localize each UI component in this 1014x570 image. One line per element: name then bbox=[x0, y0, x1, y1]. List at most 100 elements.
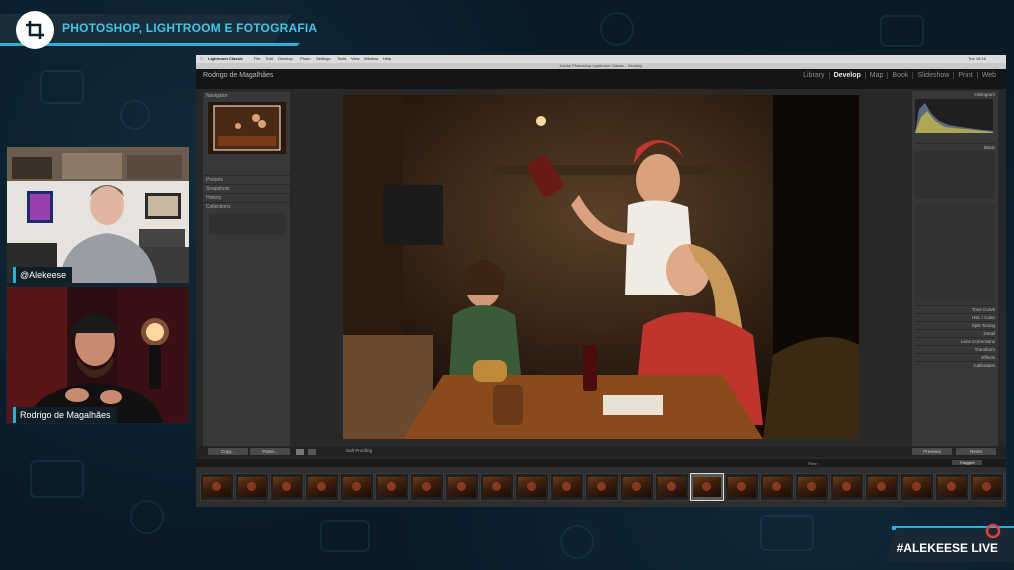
filmstrip-thumbnail[interactable] bbox=[935, 473, 969, 501]
filmstrip-thumbnail[interactable] bbox=[795, 473, 829, 501]
panel-hsl[interactable]: HSL / Color bbox=[915, 313, 995, 321]
filmstrip-thumbnail[interactable] bbox=[270, 473, 304, 501]
basic-sliders[interactable] bbox=[915, 203, 995, 303]
filmstrip-photo bbox=[623, 477, 651, 497]
filmstrip-thumbnail[interactable] bbox=[235, 473, 269, 501]
module-slideshow[interactable]: Slideshow bbox=[912, 72, 953, 79]
before-after-icon[interactable] bbox=[308, 449, 316, 455]
background-doodle bbox=[130, 500, 164, 534]
reset-button[interactable]: Reset bbox=[956, 448, 996, 455]
filmstrip-photo bbox=[973, 477, 1001, 497]
filmstrip-thumbnail[interactable] bbox=[830, 473, 864, 501]
filmstrip-photo bbox=[238, 477, 266, 497]
panel-lens-corrections[interactable]: Lens Corrections bbox=[915, 337, 995, 345]
apple-icon[interactable]:  bbox=[200, 56, 203, 61]
background-doodle bbox=[760, 515, 814, 551]
panel-calibration[interactable]: Calibration bbox=[915, 361, 995, 369]
module-print[interactable]: Print bbox=[953, 72, 976, 79]
filmstrip-thumbnail[interactable] bbox=[900, 473, 934, 501]
live-ring-icon bbox=[985, 523, 1001, 539]
navigator-preview[interactable] bbox=[208, 102, 286, 154]
panel-histogram[interactable]: Histogram bbox=[915, 91, 995, 98]
panel-snapshots[interactable]: Snapshots bbox=[203, 184, 290, 192]
collections-list[interactable] bbox=[209, 213, 285, 235]
webcam-host: @Alekeese bbox=[6, 146, 190, 284]
module-web[interactable]: Web bbox=[976, 72, 1000, 79]
filmstrip-thumbnail[interactable] bbox=[690, 473, 724, 501]
crop-icon bbox=[26, 21, 44, 39]
filmstrip-photo bbox=[693, 477, 721, 497]
menu-edit[interactable]: Edit bbox=[266, 56, 273, 61]
mac-menu-bar:  Lightroom Classic File Edit Develop Ph… bbox=[196, 55, 1006, 63]
menu-tools[interactable]: Tools bbox=[337, 56, 346, 61]
panel-basic[interactable]: Basic bbox=[915, 143, 995, 151]
filmstrip-thumbnail[interactable] bbox=[340, 473, 374, 501]
menu-app-name[interactable]: Lightroom Classic bbox=[208, 56, 243, 61]
filmstrip-photo bbox=[728, 477, 756, 497]
filmstrip-photo bbox=[868, 477, 896, 497]
module-book[interactable]: Book bbox=[887, 72, 912, 79]
module-develop[interactable]: Develop bbox=[828, 72, 865, 79]
menu-settings[interactable]: Settings bbox=[316, 56, 330, 61]
menu-photo[interactable]: Photo bbox=[300, 56, 310, 61]
menu-view[interactable]: View bbox=[351, 56, 360, 61]
filmstrip-thumbnail[interactable] bbox=[200, 473, 234, 501]
filmstrip-thumbnail[interactable] bbox=[620, 473, 654, 501]
filmstrip-thumbnail[interactable] bbox=[550, 473, 584, 501]
module-map[interactable]: Map bbox=[864, 72, 888, 79]
panel-tone-curve[interactable]: Tone Curve bbox=[915, 305, 995, 313]
view-mode-icon[interactable] bbox=[296, 449, 304, 455]
previous-button[interactable]: Previous bbox=[912, 448, 952, 455]
panel-collections[interactable]: Collections bbox=[203, 202, 290, 210]
filmstrip-thumbnail[interactable] bbox=[655, 473, 689, 501]
panel-split-toning[interactable]: Split Toning bbox=[915, 321, 995, 329]
filmstrip-bar: Filter : Flagged bbox=[196, 459, 1006, 467]
basic-white-balance[interactable] bbox=[915, 151, 995, 199]
filmstrip-photo bbox=[378, 477, 406, 497]
menu-file[interactable]: File bbox=[254, 56, 260, 61]
filmstrip[interactable] bbox=[196, 467, 1006, 507]
panel-detail[interactable]: Detail bbox=[915, 329, 995, 337]
filmstrip-thumbnail[interactable] bbox=[725, 473, 759, 501]
filmstrip-thumbnail[interactable] bbox=[445, 473, 479, 501]
webcam-guest: Rodrigo de Magalhães bbox=[6, 286, 190, 424]
webcam-label: Rodrigo de Magalhães bbox=[13, 407, 117, 423]
filmstrip-photo bbox=[833, 477, 861, 497]
filmstrip-thumbnail[interactable] bbox=[375, 473, 409, 501]
paste-button[interactable]: Paste... bbox=[250, 448, 290, 455]
filmstrip-photo bbox=[798, 477, 826, 497]
filmstrip-photo bbox=[448, 477, 476, 497]
panel-transform[interactable]: Transform bbox=[915, 345, 995, 353]
filter-dropdown[interactable]: Flagged bbox=[952, 460, 983, 465]
background-doodle bbox=[560, 525, 594, 559]
panel-effects[interactable]: Effects bbox=[915, 353, 995, 361]
show-logo bbox=[16, 11, 54, 49]
right-panel: Histogram Basic Tone Curve HSL / Color S… bbox=[912, 91, 998, 446]
filmstrip-thumbnail[interactable] bbox=[410, 473, 444, 501]
menu-help[interactable]: Help bbox=[383, 56, 391, 61]
menu-window[interactable]: Window bbox=[364, 56, 378, 61]
filmstrip-thumbnail[interactable] bbox=[760, 473, 794, 501]
filmstrip-photo bbox=[903, 477, 931, 497]
filmstrip-thumbnail[interactable] bbox=[865, 473, 899, 501]
filmstrip-photo bbox=[273, 477, 301, 497]
filmstrip-thumbnail[interactable] bbox=[480, 473, 514, 501]
panel-history[interactable]: History bbox=[203, 193, 290, 201]
filmstrip-thumbnail[interactable] bbox=[585, 473, 619, 501]
soft-proofing-checkbox[interactable]: Soft Proofing bbox=[346, 448, 372, 453]
filmstrip-thumbnail[interactable] bbox=[515, 473, 549, 501]
background-doodle bbox=[120, 100, 150, 130]
filmstrip-thumbnail[interactable] bbox=[1005, 473, 1006, 501]
filmstrip-thumbnail[interactable] bbox=[305, 473, 339, 501]
menu-develop[interactable]: Develop bbox=[278, 56, 293, 61]
webcam-label: @Alekeese bbox=[13, 267, 73, 283]
filmstrip-thumbnail[interactable] bbox=[970, 473, 1004, 501]
develop-main-photo[interactable] bbox=[343, 95, 859, 439]
copy-button[interactable]: Copy... bbox=[208, 448, 248, 455]
filmstrip-photo bbox=[553, 477, 581, 497]
histogram-graph[interactable] bbox=[915, 99, 993, 133]
panel-navigator[interactable]: Navigator bbox=[203, 91, 290, 99]
panel-presets[interactable]: Presets bbox=[203, 175, 290, 183]
filter-label: Filter : bbox=[808, 461, 820, 466]
module-library[interactable]: Library bbox=[799, 72, 828, 79]
